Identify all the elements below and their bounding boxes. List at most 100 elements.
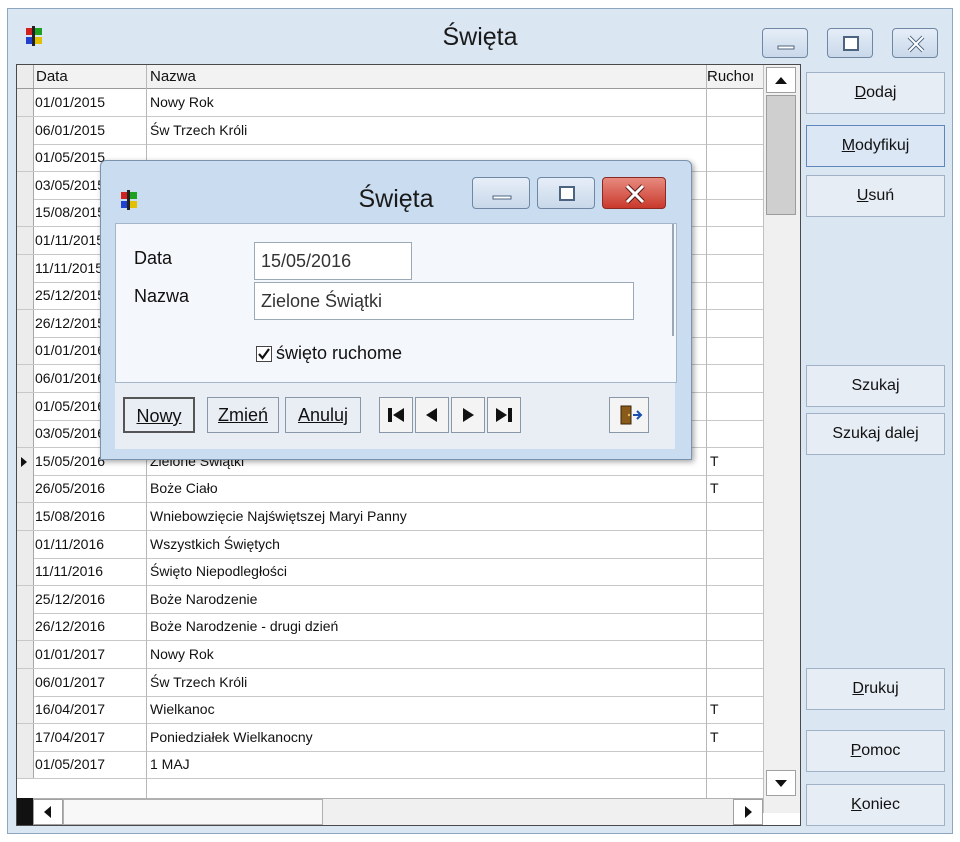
first-record-button[interactable] bbox=[379, 397, 413, 433]
cell-date[interactable]: 01/01/2015 bbox=[35, 94, 105, 110]
table-row[interactable]: 06/01/2017 Św Trzech Króli bbox=[17, 668, 763, 697]
cell-date[interactable]: 01/01/2016 bbox=[35, 342, 105, 358]
name-field[interactable]: Zielone Świątki bbox=[254, 282, 634, 320]
cell-date[interactable]: 25/12/2015 bbox=[35, 287, 105, 303]
dialog-minimize-button[interactable] bbox=[472, 177, 530, 209]
change-button[interactable]: Zmień bbox=[207, 397, 279, 433]
table-row[interactable]: 01/05/2017 1 MAJ bbox=[17, 751, 763, 780]
table-row[interactable]: 01/01/2015 Nowy Rok bbox=[17, 89, 763, 117]
cell-name[interactable]: Św Trzech Króli bbox=[150, 122, 247, 138]
table-row[interactable]: 11/11/2016 Święto Niepodległości bbox=[17, 558, 763, 587]
dialog-maximize-button[interactable] bbox=[537, 177, 595, 209]
side-button-modyfikuj[interactable]: Modyfikuj bbox=[806, 125, 945, 167]
cell-date[interactable]: 01/05/2017 bbox=[35, 756, 105, 772]
side-button-drukuj[interactable]: Drukuj bbox=[806, 668, 945, 710]
exit-button[interactable] bbox=[609, 397, 649, 433]
minimize-button[interactable] bbox=[762, 28, 808, 58]
cell-date[interactable]: 11/11/2016 bbox=[35, 563, 103, 579]
last-record-button[interactable] bbox=[487, 397, 521, 433]
row-indicator[interactable] bbox=[17, 558, 34, 586]
cell-date[interactable]: 06/01/2015 bbox=[35, 122, 105, 138]
header-name[interactable]: Nazwa bbox=[150, 68, 196, 85]
row-indicator[interactable] bbox=[17, 668, 34, 696]
side-button-koniec[interactable]: Koniec bbox=[806, 784, 945, 826]
cell-date[interactable]: 01/05/2015 bbox=[35, 149, 105, 165]
cell-name[interactable]: Wielkanoc bbox=[150, 701, 215, 717]
cell-date[interactable]: 11/11/2015 bbox=[35, 260, 103, 276]
cell-name[interactable]: Wniebowzięcie Najświętszej Maryi Panny bbox=[150, 508, 407, 524]
row-indicator[interactable] bbox=[17, 89, 34, 116]
row-indicator[interactable] bbox=[17, 641, 34, 668]
cell-date[interactable]: 03/05/2016 bbox=[35, 425, 105, 441]
cell-date[interactable]: 01/01/2017 bbox=[35, 646, 105, 662]
cell-name[interactable]: Św Trzech Króli bbox=[150, 674, 247, 690]
cell-name[interactable]: 1 MAJ bbox=[150, 756, 190, 772]
cell-name[interactable]: Boże Narodzenie bbox=[150, 591, 257, 607]
row-indicator[interactable] bbox=[17, 530, 34, 558]
date-field[interactable]: 15/05/2016 bbox=[254, 242, 412, 280]
cell-name[interactable]: Boże Ciało bbox=[150, 480, 218, 496]
row-indicator[interactable] bbox=[17, 696, 34, 724]
cell-name[interactable]: Święto Niepodległości bbox=[150, 563, 287, 579]
cell-date[interactable]: 15/08/2015 bbox=[35, 204, 105, 220]
dialog-close-button[interactable] bbox=[602, 177, 666, 209]
cell-date[interactable]: 26/05/2016 bbox=[35, 480, 105, 496]
side-button-usuń[interactable]: Usuń bbox=[806, 175, 945, 217]
vertical-scrollbar[interactable] bbox=[763, 65, 800, 813]
row-indicator[interactable] bbox=[17, 392, 34, 420]
row-indicator[interactable] bbox=[17, 420, 34, 448]
cell-name[interactable]: Nowy Rok bbox=[150, 646, 214, 662]
cell-date[interactable]: 26/12/2015 bbox=[35, 315, 105, 331]
cell-movable[interactable]: T bbox=[710, 729, 719, 745]
movable-holiday-checkbox[interactable] bbox=[256, 346, 272, 362]
cell-date[interactable]: 17/04/2017 bbox=[35, 729, 105, 745]
scroll-up-button[interactable] bbox=[766, 67, 796, 93]
table-row[interactable]: 15/08/2016 Wniebowzięcie Najświętszej Mar… bbox=[17, 503, 763, 531]
next-record-button[interactable] bbox=[451, 397, 485, 433]
table-row[interactable]: 17/04/2017 Poniedziałek Wielkanocny T bbox=[17, 723, 763, 752]
side-button-szukaj[interactable]: Szukaj bbox=[806, 365, 945, 407]
table-row[interactable]: 25/12/2016 Boże Narodzenie bbox=[17, 585, 763, 614]
side-button-szukaj-dalej[interactable]: Szukaj dalej bbox=[806, 413, 945, 455]
cell-date[interactable]: 26/12/2016 bbox=[35, 618, 105, 634]
side-button-dodaj[interactable]: Dodaj bbox=[806, 72, 945, 114]
scroll-down-button[interactable] bbox=[766, 770, 796, 796]
cell-name[interactable]: Boże Narodzenie - drugi dzień bbox=[150, 618, 338, 634]
row-indicator[interactable] bbox=[17, 171, 34, 199]
cell-name[interactable]: Nowy Rok bbox=[150, 94, 214, 110]
row-indicator[interactable] bbox=[17, 751, 34, 779]
row-indicator[interactable] bbox=[17, 199, 34, 227]
side-button-pomoc[interactable]: Pomoc bbox=[806, 730, 945, 772]
cell-date[interactable]: 01/11/2015 bbox=[35, 232, 104, 248]
row-indicator[interactable] bbox=[17, 447, 34, 475]
row-indicator[interactable] bbox=[17, 723, 34, 751]
cell-date[interactable]: 01/11/2016 bbox=[35, 536, 104, 552]
maximize-button[interactable] bbox=[827, 28, 873, 58]
row-indicator[interactable] bbox=[17, 282, 34, 310]
row-indicator[interactable] bbox=[17, 585, 34, 613]
cell-date[interactable]: 25/12/2016 bbox=[35, 591, 105, 607]
row-indicator[interactable] bbox=[17, 337, 34, 365]
cell-date[interactable]: 06/01/2017 bbox=[35, 674, 105, 690]
prev-record-button[interactable] bbox=[415, 397, 449, 433]
hscroll-thumb[interactable] bbox=[63, 799, 323, 825]
cell-date[interactable]: 16/04/2017 bbox=[35, 701, 105, 717]
row-indicator[interactable] bbox=[17, 309, 34, 337]
table-row[interactable]: 26/12/2016 Boże Narodzenie - drugi dzień bbox=[17, 613, 763, 642]
close-button[interactable] bbox=[892, 28, 938, 58]
cell-movable[interactable]: T bbox=[710, 701, 719, 717]
horizontal-scrollbar[interactable] bbox=[33, 798, 763, 825]
cancel-button[interactable]: Anuluj bbox=[285, 397, 361, 433]
cell-date[interactable]: 15/08/2016 bbox=[35, 508, 105, 524]
cell-date[interactable]: 15/05/2016 bbox=[35, 453, 105, 469]
row-indicator[interactable] bbox=[17, 254, 34, 282]
row-indicator[interactable] bbox=[17, 365, 34, 392]
cell-date[interactable]: 01/05/2016 bbox=[35, 398, 105, 414]
row-indicator[interactable] bbox=[17, 144, 34, 172]
cell-date[interactable]: 03/05/2015 bbox=[35, 177, 105, 193]
cell-movable[interactable]: T bbox=[710, 480, 719, 496]
new-button[interactable]: Nowy bbox=[123, 397, 195, 433]
row-indicator[interactable] bbox=[17, 613, 34, 641]
table-row[interactable]: 06/01/2015 Św Trzech Króli bbox=[17, 116, 763, 145]
row-indicator[interactable] bbox=[17, 475, 34, 503]
